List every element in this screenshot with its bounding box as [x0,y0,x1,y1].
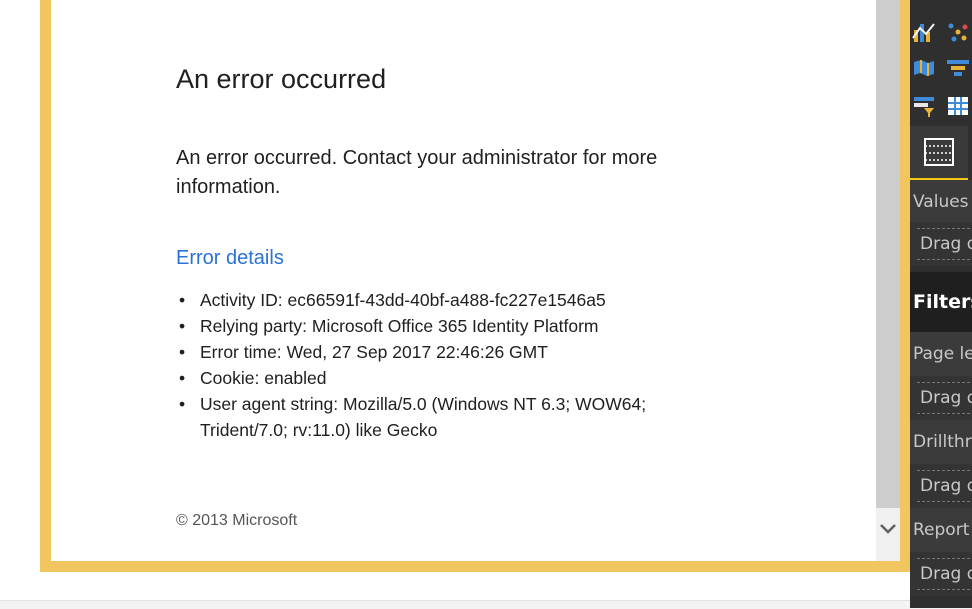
values-drop-zone[interactable]: Drag data fields here [910,222,972,266]
fields-icon [924,138,954,166]
bullet: • [179,394,186,414]
visualizations-panel: Values Drag data fields here Filters Pag… [910,0,972,608]
page-filters-drop-text: Drag data fields here [917,382,972,414]
values-drop-text: Drag data fields here [917,228,972,260]
visualization-icons [910,0,972,124]
detail-label: Error time: [200,342,282,362]
filters-heading: Filters [910,272,972,332]
detail-value: Wed, 27 Sep 2017 22:46:26 GMT [286,342,548,362]
fields-tab[interactable] [910,126,968,181]
bullet: • [179,368,186,388]
detail-value: Microsoft Office 365 Identity Platform [311,316,599,336]
page-filters-drop-zone[interactable]: Drag data fields here [910,376,972,420]
error-details-list: • Activity ID: ec66591f-43dd-40bf-a488-fc… [176,287,736,443]
chart-icon[interactable] [912,20,936,44]
detail-value: ec66591f-43dd-40bf-a488-fc227e1546a5 [287,290,606,310]
detail-label: Cookie: [200,368,260,388]
drillthrough-drop-text: Drag drillthrough fields here [917,470,972,502]
drillthrough-filters-label: Drillthrough filters [910,420,972,464]
detail-label: User agent string: [200,394,339,414]
detail-label: Activity ID: [200,290,283,310]
error-dialog: An error occurred An error occurred. Con… [51,0,876,561]
bullet: • [179,316,186,336]
bullet: • [179,290,186,310]
chevron-down-icon [880,524,896,534]
scrollbar-thumb[interactable] [876,0,900,508]
scroll-down-button[interactable] [876,514,900,544]
detail-error-time: • Error time: Wed, 27 Sep 2017 22:46:26 G… [176,339,736,365]
filter-visual-icon[interactable] [912,94,936,118]
error-details-link[interactable]: Error details [176,247,284,270]
scatter-chart-icon[interactable] [946,20,970,44]
detail-user-agent: • User agent string: Mozilla/5.0 (Windows… [176,391,736,443]
detail-label: Relying party: [200,316,307,336]
page-title: An error occurred [176,64,387,94]
report-filters-drop-zone[interactable]: Drag data fields here [910,552,972,596]
report-filters-drop-text: Drag data fields here [917,558,972,590]
bullet: • [179,342,186,362]
detail-cookie: • Cookie: enabled [176,365,736,391]
vertical-scrollbar[interactable] [876,0,900,561]
error-dialog-frame: An error occurred An error occurred. Con… [40,0,910,572]
table-icon[interactable] [946,94,970,118]
detail-value: enabled [264,368,327,388]
detail-relying-party: • Relying party: Microsoft Office 365 Ide… [176,313,736,339]
error-message: An error occurred. Contact your administ… [176,147,658,198]
report-level-filters-label: Report level filters [910,508,972,552]
page-level-filters-label: Page level filters [910,332,972,376]
detail-activity-id: • Activity ID: ec66591f-43dd-40bf-a488-fc… [176,287,736,313]
drillthrough-drop-zone[interactable]: Drag drillthrough fields here [910,464,972,508]
copyright-text: © 2013 Microsoft [176,512,298,529]
map-icon[interactable] [912,56,936,80]
values-label: Values [910,180,972,224]
funnel-icon[interactable] [946,56,970,80]
